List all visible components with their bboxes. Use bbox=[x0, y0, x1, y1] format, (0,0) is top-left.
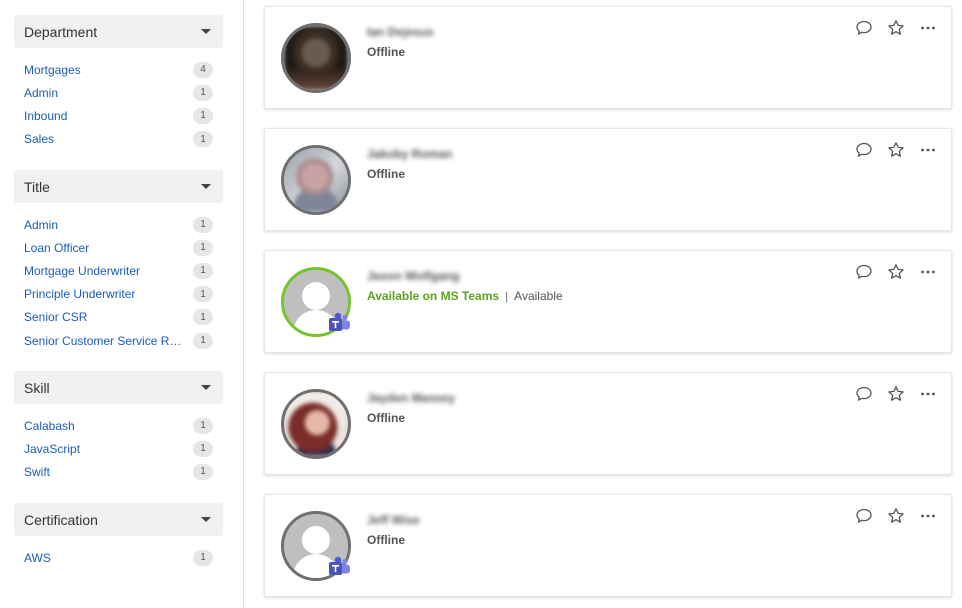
person-name[interactable]: Jayden Massey bbox=[367, 391, 455, 405]
person-card[interactable]: Jason Wolfgang Available on MS Teams | A… bbox=[264, 250, 952, 353]
facet-item-label[interactable]: Mortgage Underwriter bbox=[24, 264, 140, 278]
chat-bubble-icon[interactable] bbox=[855, 263, 873, 281]
filter-sidebar: Department Mortgages 4 Admin 1 Inbound 1 Sa… bbox=[0, 0, 244, 608]
facet-item[interactable]: Senior Customer Service Re... 1 bbox=[14, 329, 223, 352]
caret-down-icon bbox=[201, 385, 211, 390]
more-options-icon[interactable] bbox=[919, 19, 937, 37]
facet-item[interactable]: Inbound 1 bbox=[14, 104, 223, 127]
facet-item-label[interactable]: Mortgages bbox=[24, 63, 81, 77]
facet-title-group: Title Admin 1 Loan Officer 1 Mortgage Unde… bbox=[14, 170, 223, 352]
chat-bubble-icon[interactable] bbox=[855, 507, 873, 525]
facet-item[interactable]: Mortgages 4 bbox=[14, 58, 223, 81]
facet-item[interactable]: JavaScript 1 bbox=[14, 437, 223, 460]
star-icon[interactable] bbox=[887, 263, 905, 281]
facet-item-label[interactable]: Sales bbox=[24, 132, 54, 146]
ms-teams-icon bbox=[329, 556, 350, 575]
facet-title: Skill bbox=[24, 379, 50, 396]
count-badge: 4 bbox=[193, 61, 213, 78]
count-badge: 1 bbox=[193, 107, 213, 124]
person-card[interactable]: Jeff Wise Offline bbox=[264, 494, 952, 597]
profile-photo bbox=[284, 148, 348, 212]
chat-bubble-icon[interactable] bbox=[855, 385, 873, 403]
star-icon[interactable] bbox=[887, 507, 905, 525]
avatar[interactable] bbox=[281, 145, 351, 215]
facet-certification: Certification AWS 1 bbox=[14, 503, 223, 569]
facet-header-skill[interactable]: Skill bbox=[14, 371, 223, 404]
chat-bubble-icon[interactable] bbox=[855, 19, 873, 37]
count-badge: 1 bbox=[193, 239, 213, 256]
more-options-icon[interactable] bbox=[919, 507, 937, 525]
caret-down-icon bbox=[201, 29, 211, 34]
count-badge: 1 bbox=[193, 286, 213, 303]
profile-photo bbox=[284, 392, 348, 456]
facet-item[interactable]: Loan Officer 1 bbox=[14, 236, 223, 259]
facet-item-label[interactable]: Swift bbox=[24, 465, 50, 479]
facet-header-certification[interactable]: Certification bbox=[14, 503, 223, 536]
facet-item-label[interactable]: Admin bbox=[24, 86, 58, 100]
facet-item-label[interactable]: Principle Underwriter bbox=[24, 287, 135, 301]
count-badge: 1 bbox=[193, 549, 213, 566]
facet-item-label[interactable]: Admin bbox=[24, 218, 58, 232]
caret-down-icon bbox=[201, 184, 211, 189]
facet-title: Title bbox=[24, 178, 50, 195]
facet-item-label[interactable]: Loan Officer bbox=[24, 241, 89, 255]
person-name[interactable]: Jakoby Roman bbox=[367, 147, 452, 161]
facet-item-label[interactable]: Inbound bbox=[24, 109, 67, 123]
presence-status: Offline bbox=[367, 167, 405, 181]
presence-detail: Available bbox=[514, 289, 563, 303]
count-badge: 1 bbox=[193, 332, 213, 349]
person-name[interactable]: Jeff Wise bbox=[367, 513, 420, 527]
profile-photo bbox=[284, 26, 348, 90]
presence-status: Offline bbox=[367, 411, 405, 425]
facet-item-label[interactable]: JavaScript bbox=[24, 442, 80, 456]
facet-item-label[interactable]: Senior CSR bbox=[24, 310, 87, 324]
facet-item-label[interactable]: Senior Customer Service Re... bbox=[24, 334, 184, 348]
person-card[interactable]: Jayden Massey Offline bbox=[264, 372, 952, 475]
more-options-icon[interactable] bbox=[919, 263, 937, 281]
facet-item[interactable]: Admin 1 bbox=[14, 81, 223, 104]
person-card[interactable]: Jakoby Roman Offline bbox=[264, 128, 952, 231]
star-icon[interactable] bbox=[887, 19, 905, 37]
facet-item[interactable]: Senior CSR 1 bbox=[14, 306, 223, 329]
count-badge: 1 bbox=[193, 131, 213, 148]
avatar[interactable] bbox=[281, 23, 351, 93]
count-badge: 1 bbox=[193, 262, 213, 279]
facet-item[interactable]: Sales 1 bbox=[14, 128, 223, 151]
count-badge: 1 bbox=[193, 417, 213, 434]
facet-item[interactable]: Calabash 1 bbox=[14, 414, 223, 437]
star-icon[interactable] bbox=[887, 141, 905, 159]
chat-bubble-icon[interactable] bbox=[855, 141, 873, 159]
star-icon[interactable] bbox=[887, 385, 905, 403]
presence-status: Offline bbox=[367, 533, 405, 547]
facet-title: Certification bbox=[24, 511, 98, 528]
more-options-icon[interactable] bbox=[919, 385, 937, 403]
facet-department: Department Mortgages 4 Admin 1 Inbound 1 Sa… bbox=[14, 15, 223, 151]
facet-item-label[interactable]: AWS bbox=[24, 551, 51, 565]
facet-item-label[interactable]: Calabash bbox=[24, 419, 75, 433]
presence-status: Offline bbox=[367, 45, 405, 59]
person-name[interactable]: Ian Dejesus bbox=[367, 25, 434, 39]
count-badge: 1 bbox=[193, 440, 213, 457]
avatar[interactable] bbox=[281, 389, 351, 459]
status-separator: | bbox=[505, 289, 509, 303]
more-options-icon[interactable] bbox=[919, 141, 937, 159]
count-badge: 1 bbox=[193, 463, 213, 480]
teams-presence-status: Available on MS Teams bbox=[367, 289, 500, 303]
facet-item[interactable]: Admin 1 bbox=[14, 213, 223, 236]
facet-item[interactable]: AWS 1 bbox=[14, 546, 223, 569]
count-badge: 1 bbox=[193, 216, 213, 233]
facet-item[interactable]: Swift 1 bbox=[14, 460, 223, 483]
facet-header-department[interactable]: Department bbox=[14, 15, 223, 48]
facet-item[interactable]: Mortgage Underwriter 1 bbox=[14, 259, 223, 282]
count-badge: 1 bbox=[193, 84, 213, 101]
facet-header-title[interactable]: Title bbox=[14, 170, 223, 203]
count-badge: 1 bbox=[193, 309, 213, 326]
person-name[interactable]: Jason Wolfgang bbox=[367, 269, 459, 283]
caret-down-icon bbox=[201, 517, 211, 522]
facet-item[interactable]: Principle Underwriter 1 bbox=[14, 283, 223, 306]
facet-title: Department bbox=[24, 23, 98, 40]
person-card[interactable]: Ian Dejesus Offline bbox=[264, 6, 952, 109]
facet-skill: Skill Calabash 1 JavaScript 1 Swift 1 bbox=[14, 371, 223, 484]
ms-teams-icon bbox=[329, 312, 350, 331]
